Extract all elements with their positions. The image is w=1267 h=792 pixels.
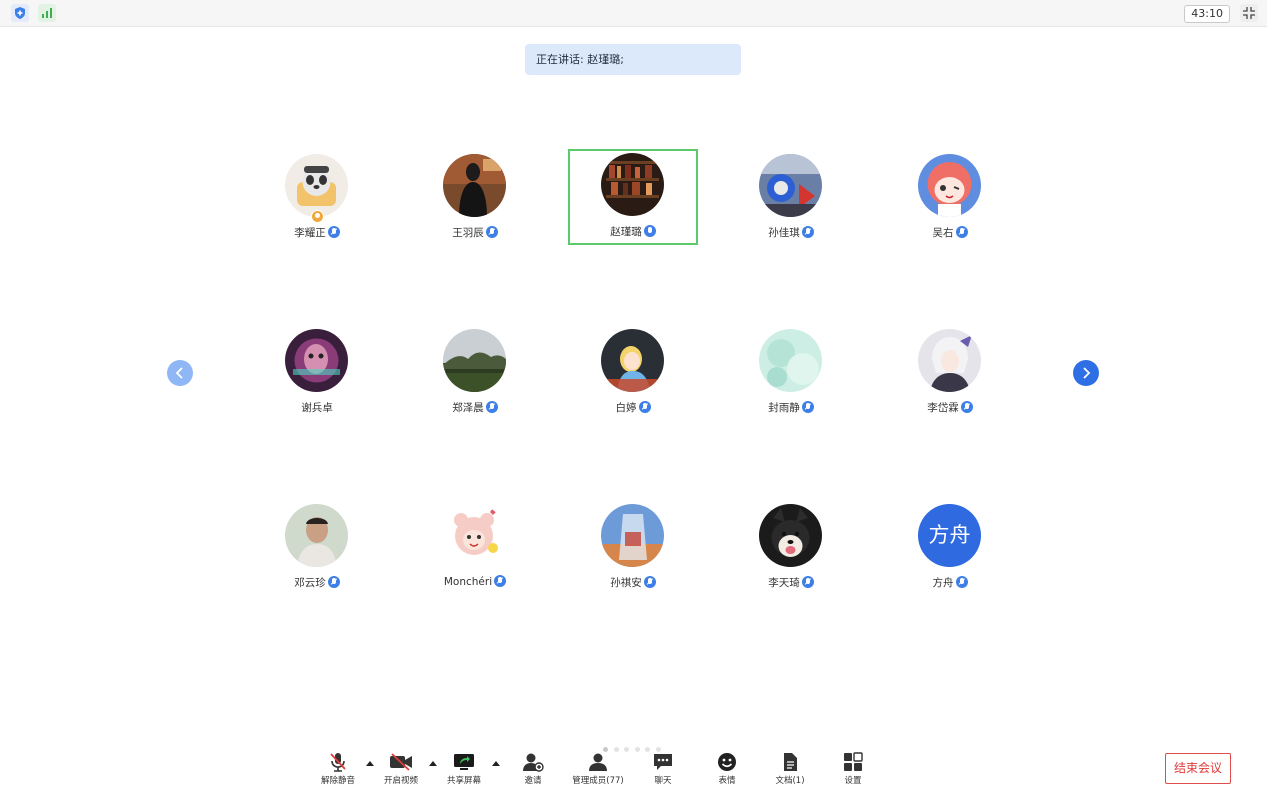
emoji-button[interactable]: 表情 xyxy=(712,752,742,790)
participant-name: 邓云珍 xyxy=(294,577,326,589)
mic-muted-icon xyxy=(327,226,340,238)
next-page-button[interactable] xyxy=(1073,360,1099,386)
chat-button[interactable]: 聊天 xyxy=(648,752,678,790)
participant-name: 孙祺安 xyxy=(610,577,642,589)
participant-tile[interactable]: Monchéri xyxy=(410,500,540,596)
mic-muted-icon xyxy=(485,401,498,413)
start-video-button[interactable]: 开启视频 xyxy=(381,752,421,790)
chevron-left-icon xyxy=(175,367,183,379)
members-icon xyxy=(589,753,607,771)
participant-name: Monchéri xyxy=(443,576,493,588)
chevron-right-icon xyxy=(1083,367,1091,379)
man-portrait-icon xyxy=(285,504,348,567)
mic-off-icon xyxy=(330,753,346,772)
participant-tile[interactable]: 谢兵卓 xyxy=(252,325,382,421)
start-video-label: 开启视频 xyxy=(383,776,418,786)
participant-tile[interactable]: 封雨静 xyxy=(726,325,856,421)
shiba-dog-icon xyxy=(759,504,822,567)
person-dark-icon xyxy=(443,154,506,217)
watercolor-icon xyxy=(759,329,822,392)
participant-name: 吴右 xyxy=(932,227,954,239)
participant-name: 李耀正 xyxy=(294,227,326,239)
share-screen-label: 共享屏幕 xyxy=(446,776,481,786)
participant-name: 李天琦 xyxy=(768,577,800,589)
invite-button[interactable]: 邀请 xyxy=(516,752,550,790)
documents-label: 文档(1) xyxy=(775,776,805,786)
participant-tile[interactable]: 郑泽晨 xyxy=(410,325,540,421)
mic-muted-icon xyxy=(960,401,973,413)
documents-button[interactable]: 文档(1) xyxy=(774,752,806,790)
graffiti-icon xyxy=(759,154,822,217)
video-off-icon xyxy=(390,753,412,771)
settings-button[interactable]: 设置 xyxy=(838,752,868,790)
panda-icon xyxy=(285,154,348,217)
end-meeting-button[interactable]: 结束会议 xyxy=(1165,753,1231,784)
participant-tile[interactable]: 白婷 xyxy=(568,325,698,421)
share-options-caret[interactable] xyxy=(492,761,500,766)
participant-name: 王羽辰 xyxy=(452,227,484,239)
document-icon xyxy=(784,753,797,771)
host-badge-icon xyxy=(311,210,324,223)
emoji-label: 表情 xyxy=(718,776,736,786)
anime-character-icon xyxy=(918,329,981,392)
participant-tile-speaking[interactable]: 赵瑾璐 xyxy=(568,149,698,245)
mic-muted-icon xyxy=(955,226,968,238)
invite-label: 邀请 xyxy=(524,776,542,786)
mic-muted-icon xyxy=(327,576,340,588)
manage-members-button[interactable]: 管理成员(77) xyxy=(570,752,626,790)
participant-tile[interactable]: 李岱霖 xyxy=(885,325,1015,421)
mic-muted-icon xyxy=(638,401,651,413)
settings-grid-icon xyxy=(844,752,863,771)
neon-face-icon xyxy=(285,329,348,392)
smiley-icon xyxy=(718,753,736,771)
alice-icon xyxy=(601,329,664,392)
bookshelf-icon xyxy=(601,153,664,216)
participant-tile[interactable]: 李天琦 xyxy=(726,500,856,596)
audio-options-caret[interactable] xyxy=(366,761,374,766)
participant-name: 赵瑾璐 xyxy=(610,226,642,238)
participant-name: 封雨静 xyxy=(768,402,800,414)
anime-girl-icon xyxy=(918,154,981,217)
manage-members-label: 管理成员(77) xyxy=(572,776,624,786)
participant-tile[interactable]: 王羽辰 xyxy=(410,150,540,246)
participant-name: 白婷 xyxy=(615,402,637,414)
mic-muted-icon xyxy=(494,575,507,587)
mic-muted-icon xyxy=(485,226,498,238)
text-avatar: 方舟 xyxy=(918,504,981,567)
participant-tile[interactable]: 邓云珍 xyxy=(252,500,382,596)
participant-tile[interactable]: 李耀正 xyxy=(252,150,382,246)
chat-icon xyxy=(654,754,672,770)
page-dot[interactable] xyxy=(634,747,640,752)
unmute-button[interactable]: 解除静音 xyxy=(318,752,358,790)
participant-name: 谢兵卓 xyxy=(301,402,333,414)
participant-name: 孙佳琪 xyxy=(768,227,800,239)
settings-label: 设置 xyxy=(844,776,862,786)
share-screen-button[interactable]: 共享屏幕 xyxy=(444,752,484,790)
participant-name: 李岱霖 xyxy=(927,402,959,414)
mic-active-icon xyxy=(643,225,656,237)
participant-name: 郑泽晨 xyxy=(452,402,484,414)
bear-cartoon-icon xyxy=(443,504,506,567)
add-user-icon xyxy=(523,753,544,772)
video-options-caret[interactable] xyxy=(429,761,437,766)
mic-muted-icon xyxy=(801,401,814,413)
mic-muted-icon xyxy=(643,576,656,588)
page-indicator xyxy=(603,737,666,752)
participant-tile[interactable]: 孙佳琪 xyxy=(726,150,856,246)
share-screen-icon xyxy=(454,754,474,770)
participant-tile[interactable]: 吴右 xyxy=(885,150,1015,246)
participant-name: 方舟 xyxy=(932,577,954,589)
mic-muted-icon xyxy=(955,576,968,588)
chat-label: 聊天 xyxy=(654,776,672,786)
participant-grid: 李耀正 王羽辰 赵瑾璐 孙佳琪 吴右 谢兵卓 郑泽晨 白婷 封雨静 李岱霖 邓云… xyxy=(0,0,1267,700)
participant-tile[interactable]: 方舟 方舟 xyxy=(885,500,1015,596)
mic-muted-icon xyxy=(801,226,814,238)
participant-tile[interactable]: 孙祺安 xyxy=(568,500,698,596)
sky-bottle-icon xyxy=(601,504,664,567)
previous-page-button[interactable] xyxy=(167,360,193,386)
unmute-label: 解除静音 xyxy=(320,776,355,786)
landscape-icon xyxy=(443,329,506,392)
mic-muted-icon xyxy=(801,576,814,588)
